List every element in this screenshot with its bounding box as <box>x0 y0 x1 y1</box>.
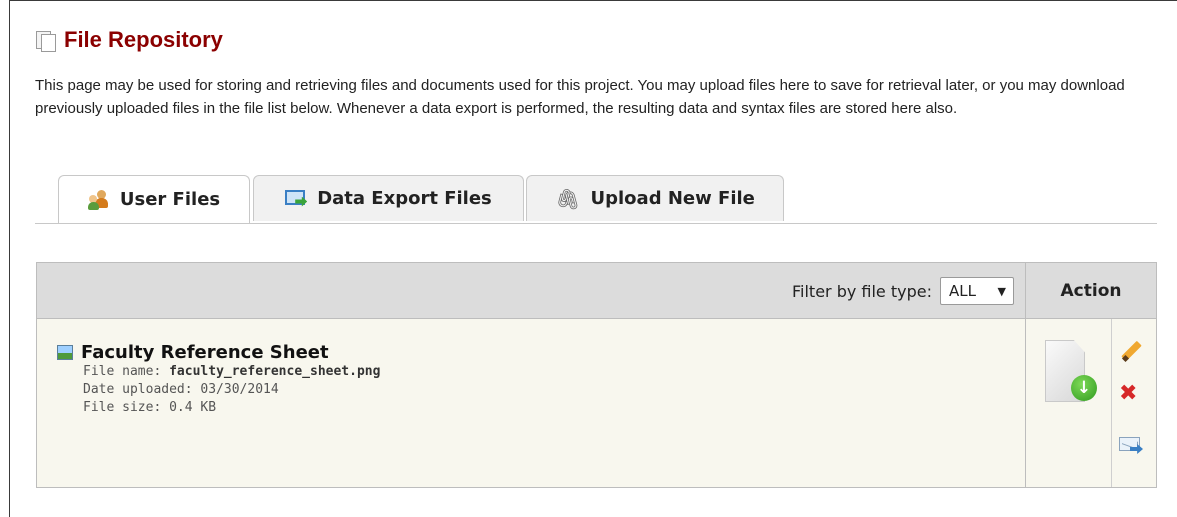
action-column-header: Action <box>1060 280 1122 301</box>
column-divider <box>1025 263 1026 487</box>
page-header: File Repository <box>35 27 223 53</box>
date-uploaded-line: Date uploaded: 03/30/2014 <box>83 381 380 399</box>
data-export-icon <box>285 189 308 208</box>
file-type-select[interactable]: ALL ▼ <box>940 277 1014 305</box>
tab-label: Data Export Files <box>317 188 492 209</box>
size-value: 0.4 KB <box>169 400 217 415</box>
file-name-value: faculty_reference_sheet.png <box>169 364 381 379</box>
filter-value: ALL <box>949 282 976 300</box>
file-name-line: File name: faculty_reference_sheet.png <box>83 363 380 381</box>
table-header: Filter by file type: ALL ▼ Action <box>37 263 1156 319</box>
download-button[interactable]: ↓ <box>1041 340 1098 408</box>
tab-bar: User Files Data Export Files 🖇 Upload Ne… <box>35 175 1157 224</box>
action-divider <box>1111 319 1112 487</box>
filter-label: Filter by file type: <box>791 281 932 301</box>
size-label: File size: <box>83 400 162 415</box>
file-type-filter: Filter by file type: ALL ▼ <box>792 276 1014 306</box>
page-title: File Repository <box>64 27 223 52</box>
file-size-line: File size: 0.4 KB <box>83 399 380 417</box>
file-table: Filter by file type: ALL ▼ Action Facult… <box>36 262 1157 488</box>
tab-label: User Files <box>119 189 221 210</box>
page-description: This page may be used for storing and re… <box>35 77 1125 117</box>
documents-icon <box>35 29 57 52</box>
date-value: 03/30/2014 <box>200 382 279 397</box>
download-arrow-icon: ↓ <box>1071 375 1097 401</box>
image-file-icon <box>57 345 73 360</box>
paperclip-icon: 🖇 <box>555 186 581 211</box>
tab-label: Upload New File <box>590 188 755 209</box>
tab-data-export-files[interactable]: Data Export Files <box>253 175 524 221</box>
date-label: Date uploaded: <box>83 382 193 397</box>
file-title: Faculty Reference Sheet <box>81 342 329 363</box>
email-file-icon[interactable] <box>1119 437 1143 454</box>
table-row: Faculty Reference Sheet File name: facul… <box>57 342 380 417</box>
edit-pencil-icon[interactable] <box>1120 340 1142 363</box>
users-icon <box>87 189 110 210</box>
tab-user-files[interactable]: User Files <box>58 175 250 223</box>
delete-icon[interactable]: ✖ <box>1119 383 1137 405</box>
dropdown-caret-icon: ▼ <box>997 284 1006 298</box>
file-name-label: File name: <box>83 364 162 379</box>
tab-upload-new-file[interactable]: 🖇 Upload New File <box>526 175 784 221</box>
